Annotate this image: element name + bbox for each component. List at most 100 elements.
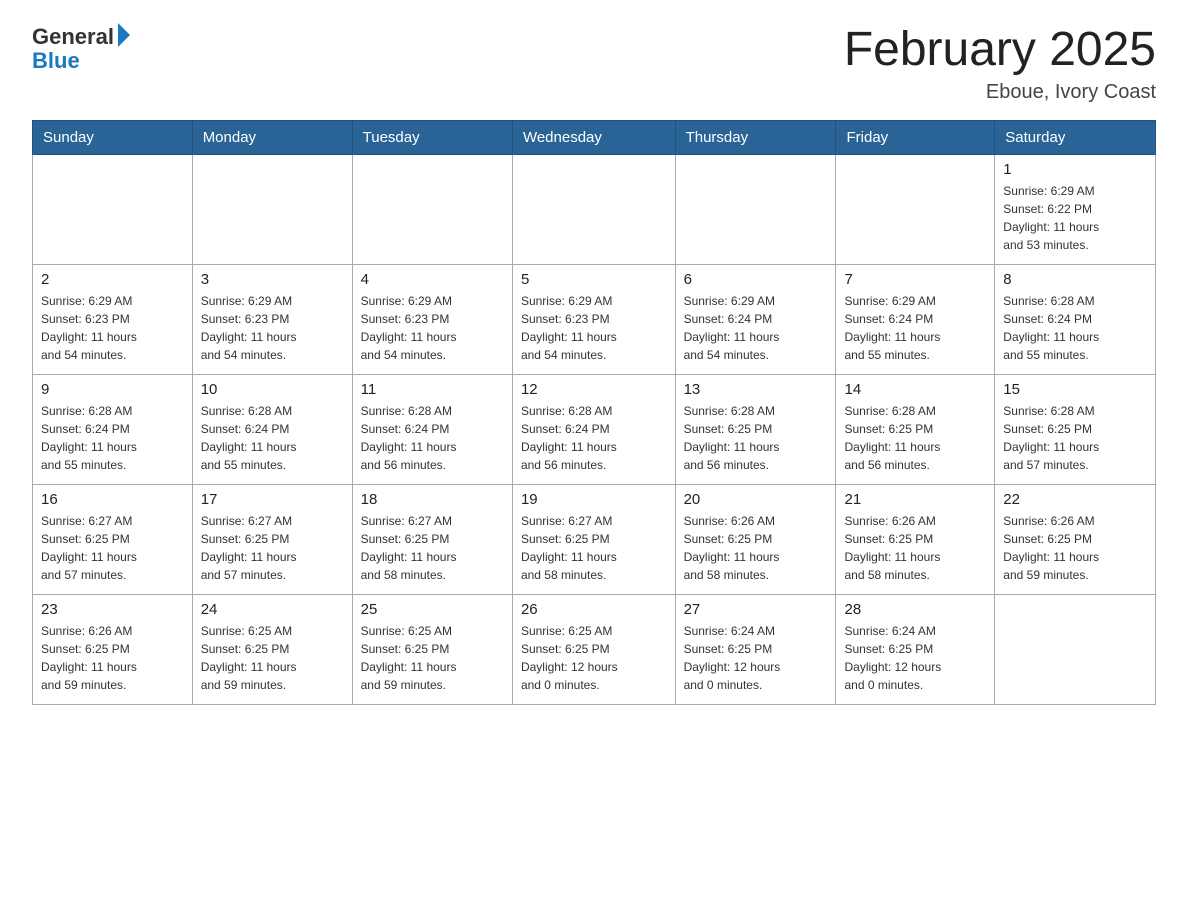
header-saturday: Saturday	[995, 120, 1156, 154]
header-tuesday: Tuesday	[352, 120, 512, 154]
day-number: 28	[844, 601, 986, 618]
header-sunday: Sunday	[33, 120, 193, 154]
week-row-2: 2 Sunrise: 6:29 AM Sunset: 6:23 PM Daylig…	[33, 264, 1156, 374]
day-number: 25	[361, 601, 504, 618]
day-number: 26	[521, 601, 667, 618]
day-number: 6	[684, 271, 828, 288]
logo-blue-text: Blue	[32, 48, 80, 74]
day-cell: 16 Sunrise: 6:27 AM Sunset: 6:25 PM Dayli…	[33, 484, 193, 594]
day-info: Sunrise: 6:28 AM Sunset: 6:25 PM Dayligh…	[844, 402, 986, 474]
day-info: Sunrise: 6:24 AM Sunset: 6:25 PM Dayligh…	[844, 622, 986, 694]
day-number: 20	[684, 491, 828, 508]
day-info: Sunrise: 6:26 AM Sunset: 6:25 PM Dayligh…	[684, 512, 828, 584]
day-cell: 19 Sunrise: 6:27 AM Sunset: 6:25 PM Dayli…	[512, 484, 675, 594]
day-number: 1	[1003, 161, 1147, 178]
day-cell: 13 Sunrise: 6:28 AM Sunset: 6:25 PM Dayli…	[675, 374, 836, 484]
day-number: 16	[41, 491, 184, 508]
day-cell	[33, 154, 193, 264]
day-cell: 26 Sunrise: 6:25 AM Sunset: 6:25 PM Dayli…	[512, 594, 675, 704]
title-area: February 2025 Eboue, Ivory Coast	[844, 24, 1156, 104]
day-cell: 21 Sunrise: 6:26 AM Sunset: 6:25 PM Dayli…	[836, 484, 995, 594]
day-info: Sunrise: 6:29 AM Sunset: 6:24 PM Dayligh…	[684, 292, 828, 364]
day-number: 17	[201, 491, 344, 508]
day-cell: 6 Sunrise: 6:29 AM Sunset: 6:24 PM Daylig…	[675, 264, 836, 374]
day-info: Sunrise: 6:29 AM Sunset: 6:23 PM Dayligh…	[521, 292, 667, 364]
day-info: Sunrise: 6:26 AM Sunset: 6:25 PM Dayligh…	[41, 622, 184, 694]
day-cell: 4 Sunrise: 6:29 AM Sunset: 6:23 PM Daylig…	[352, 264, 512, 374]
day-number: 4	[361, 271, 504, 288]
day-cell: 11 Sunrise: 6:28 AM Sunset: 6:24 PM Dayli…	[352, 374, 512, 484]
day-cell: 7 Sunrise: 6:29 AM Sunset: 6:24 PM Daylig…	[836, 264, 995, 374]
day-info: Sunrise: 6:29 AM Sunset: 6:23 PM Dayligh…	[201, 292, 344, 364]
day-number: 21	[844, 491, 986, 508]
day-info: Sunrise: 6:27 AM Sunset: 6:25 PM Dayligh…	[41, 512, 184, 584]
day-cell	[512, 154, 675, 264]
location-subtitle: Eboue, Ivory Coast	[844, 81, 1156, 104]
day-cell: 15Sunrise: 6:28 AM Sunset: 6:25 PM Dayli…	[995, 374, 1156, 484]
day-cell: 17 Sunrise: 6:27 AM Sunset: 6:25 PM Dayli…	[192, 484, 352, 594]
day-number: 24	[201, 601, 344, 618]
day-number: 19	[521, 491, 667, 508]
day-number: 11	[361, 381, 504, 398]
day-cell: 22 Sunrise: 6:26 AM Sunset: 6:25 PM Dayli…	[995, 484, 1156, 594]
day-info: Sunrise: 6:29 AM Sunset: 6:23 PM Dayligh…	[361, 292, 504, 364]
day-info: Sunrise: 6:27 AM Sunset: 6:25 PM Dayligh…	[201, 512, 344, 584]
day-info: Sunrise: 6:29 AM Sunset: 6:24 PM Dayligh…	[844, 292, 986, 364]
week-row-3: 9 Sunrise: 6:28 AM Sunset: 6:24 PM Daylig…	[33, 374, 1156, 484]
logo-triangle-icon	[118, 23, 130, 47]
day-number: 7	[844, 271, 986, 288]
day-number: 22	[1003, 491, 1147, 508]
day-cell: 10Sunrise: 6:28 AM Sunset: 6:24 PM Dayli…	[192, 374, 352, 484]
day-cell: 27Sunrise: 6:24 AM Sunset: 6:25 PM Dayli…	[675, 594, 836, 704]
day-number: 5	[521, 271, 667, 288]
day-cell: 24 Sunrise: 6:25 AM Sunset: 6:25 PM Dayli…	[192, 594, 352, 704]
day-info: Sunrise: 6:28 AM Sunset: 6:25 PM Dayligh…	[684, 402, 828, 474]
header-monday: Monday	[192, 120, 352, 154]
header-thursday: Thursday	[675, 120, 836, 154]
day-cell	[995, 594, 1156, 704]
day-number: 9	[41, 381, 184, 398]
day-info: Sunrise: 6:28 AM Sunset: 6:24 PM Dayligh…	[41, 402, 184, 474]
day-info: Sunrise: 6:27 AM Sunset: 6:25 PM Dayligh…	[361, 512, 504, 584]
day-cell	[836, 154, 995, 264]
day-info: Sunrise: 6:26 AM Sunset: 6:25 PM Dayligh…	[1003, 512, 1147, 584]
day-number: 2	[41, 271, 184, 288]
day-info: Sunrise: 6:28 AM Sunset: 6:25 PM Dayligh…	[1003, 402, 1147, 474]
day-info: Sunrise: 6:27 AM Sunset: 6:25 PM Dayligh…	[521, 512, 667, 584]
day-info: Sunrise: 6:25 AM Sunset: 6:25 PM Dayligh…	[201, 622, 344, 694]
day-number: 13	[684, 381, 828, 398]
day-info: Sunrise: 6:26 AM Sunset: 6:25 PM Dayligh…	[844, 512, 986, 584]
day-info: Sunrise: 6:24 AM Sunset: 6:25 PM Dayligh…	[684, 622, 828, 694]
day-cell: 9 Sunrise: 6:28 AM Sunset: 6:24 PM Daylig…	[33, 374, 193, 484]
week-row-1: 1 Sunrise: 6:29 AM Sunset: 6:22 PM Daylig…	[33, 154, 1156, 264]
day-number: 12	[521, 381, 667, 398]
page-header: General Blue February 2025 Eboue, Ivory …	[32, 24, 1156, 104]
day-info: Sunrise: 6:28 AM Sunset: 6:24 PM Dayligh…	[1003, 292, 1147, 364]
day-info: Sunrise: 6:28 AM Sunset: 6:24 PM Dayligh…	[361, 402, 504, 474]
day-info: Sunrise: 6:25 AM Sunset: 6:25 PM Dayligh…	[521, 622, 667, 694]
day-info: Sunrise: 6:25 AM Sunset: 6:25 PM Dayligh…	[361, 622, 504, 694]
day-cell: 12 Sunrise: 6:28 AM Sunset: 6:24 PM Dayli…	[512, 374, 675, 484]
logo-general-text: General	[32, 24, 114, 50]
day-cell: 3Sunrise: 6:29 AM Sunset: 6:23 PM Daylig…	[192, 264, 352, 374]
day-number: 18	[361, 491, 504, 508]
day-info: Sunrise: 6:28 AM Sunset: 6:24 PM Dayligh…	[521, 402, 667, 474]
header-wednesday: Wednesday	[512, 120, 675, 154]
week-row-4: 16 Sunrise: 6:27 AM Sunset: 6:25 PM Dayli…	[33, 484, 1156, 594]
day-cell	[352, 154, 512, 264]
day-info: Sunrise: 6:28 AM Sunset: 6:24 PM Dayligh…	[201, 402, 344, 474]
week-row-5: 23 Sunrise: 6:26 AM Sunset: 6:25 PM Dayli…	[33, 594, 1156, 704]
day-cell: 20 Sunrise: 6:26 AM Sunset: 6:25 PM Dayli…	[675, 484, 836, 594]
calendar-header-row: Sunday Monday Tuesday Wednesday Thursday…	[33, 120, 1156, 154]
logo: General Blue	[32, 24, 130, 74]
day-cell	[192, 154, 352, 264]
day-cell: 18 Sunrise: 6:27 AM Sunset: 6:25 PM Dayli…	[352, 484, 512, 594]
day-cell	[675, 154, 836, 264]
day-number: 23	[41, 601, 184, 618]
calendar-table: Sunday Monday Tuesday Wednesday Thursday…	[32, 120, 1156, 705]
day-cell: 8 Sunrise: 6:28 AM Sunset: 6:24 PM Daylig…	[995, 264, 1156, 374]
day-number: 14	[844, 381, 986, 398]
day-number: 8	[1003, 271, 1147, 288]
day-info: Sunrise: 6:29 AM Sunset: 6:22 PM Dayligh…	[1003, 182, 1147, 254]
day-cell: 14 Sunrise: 6:28 AM Sunset: 6:25 PM Dayli…	[836, 374, 995, 484]
